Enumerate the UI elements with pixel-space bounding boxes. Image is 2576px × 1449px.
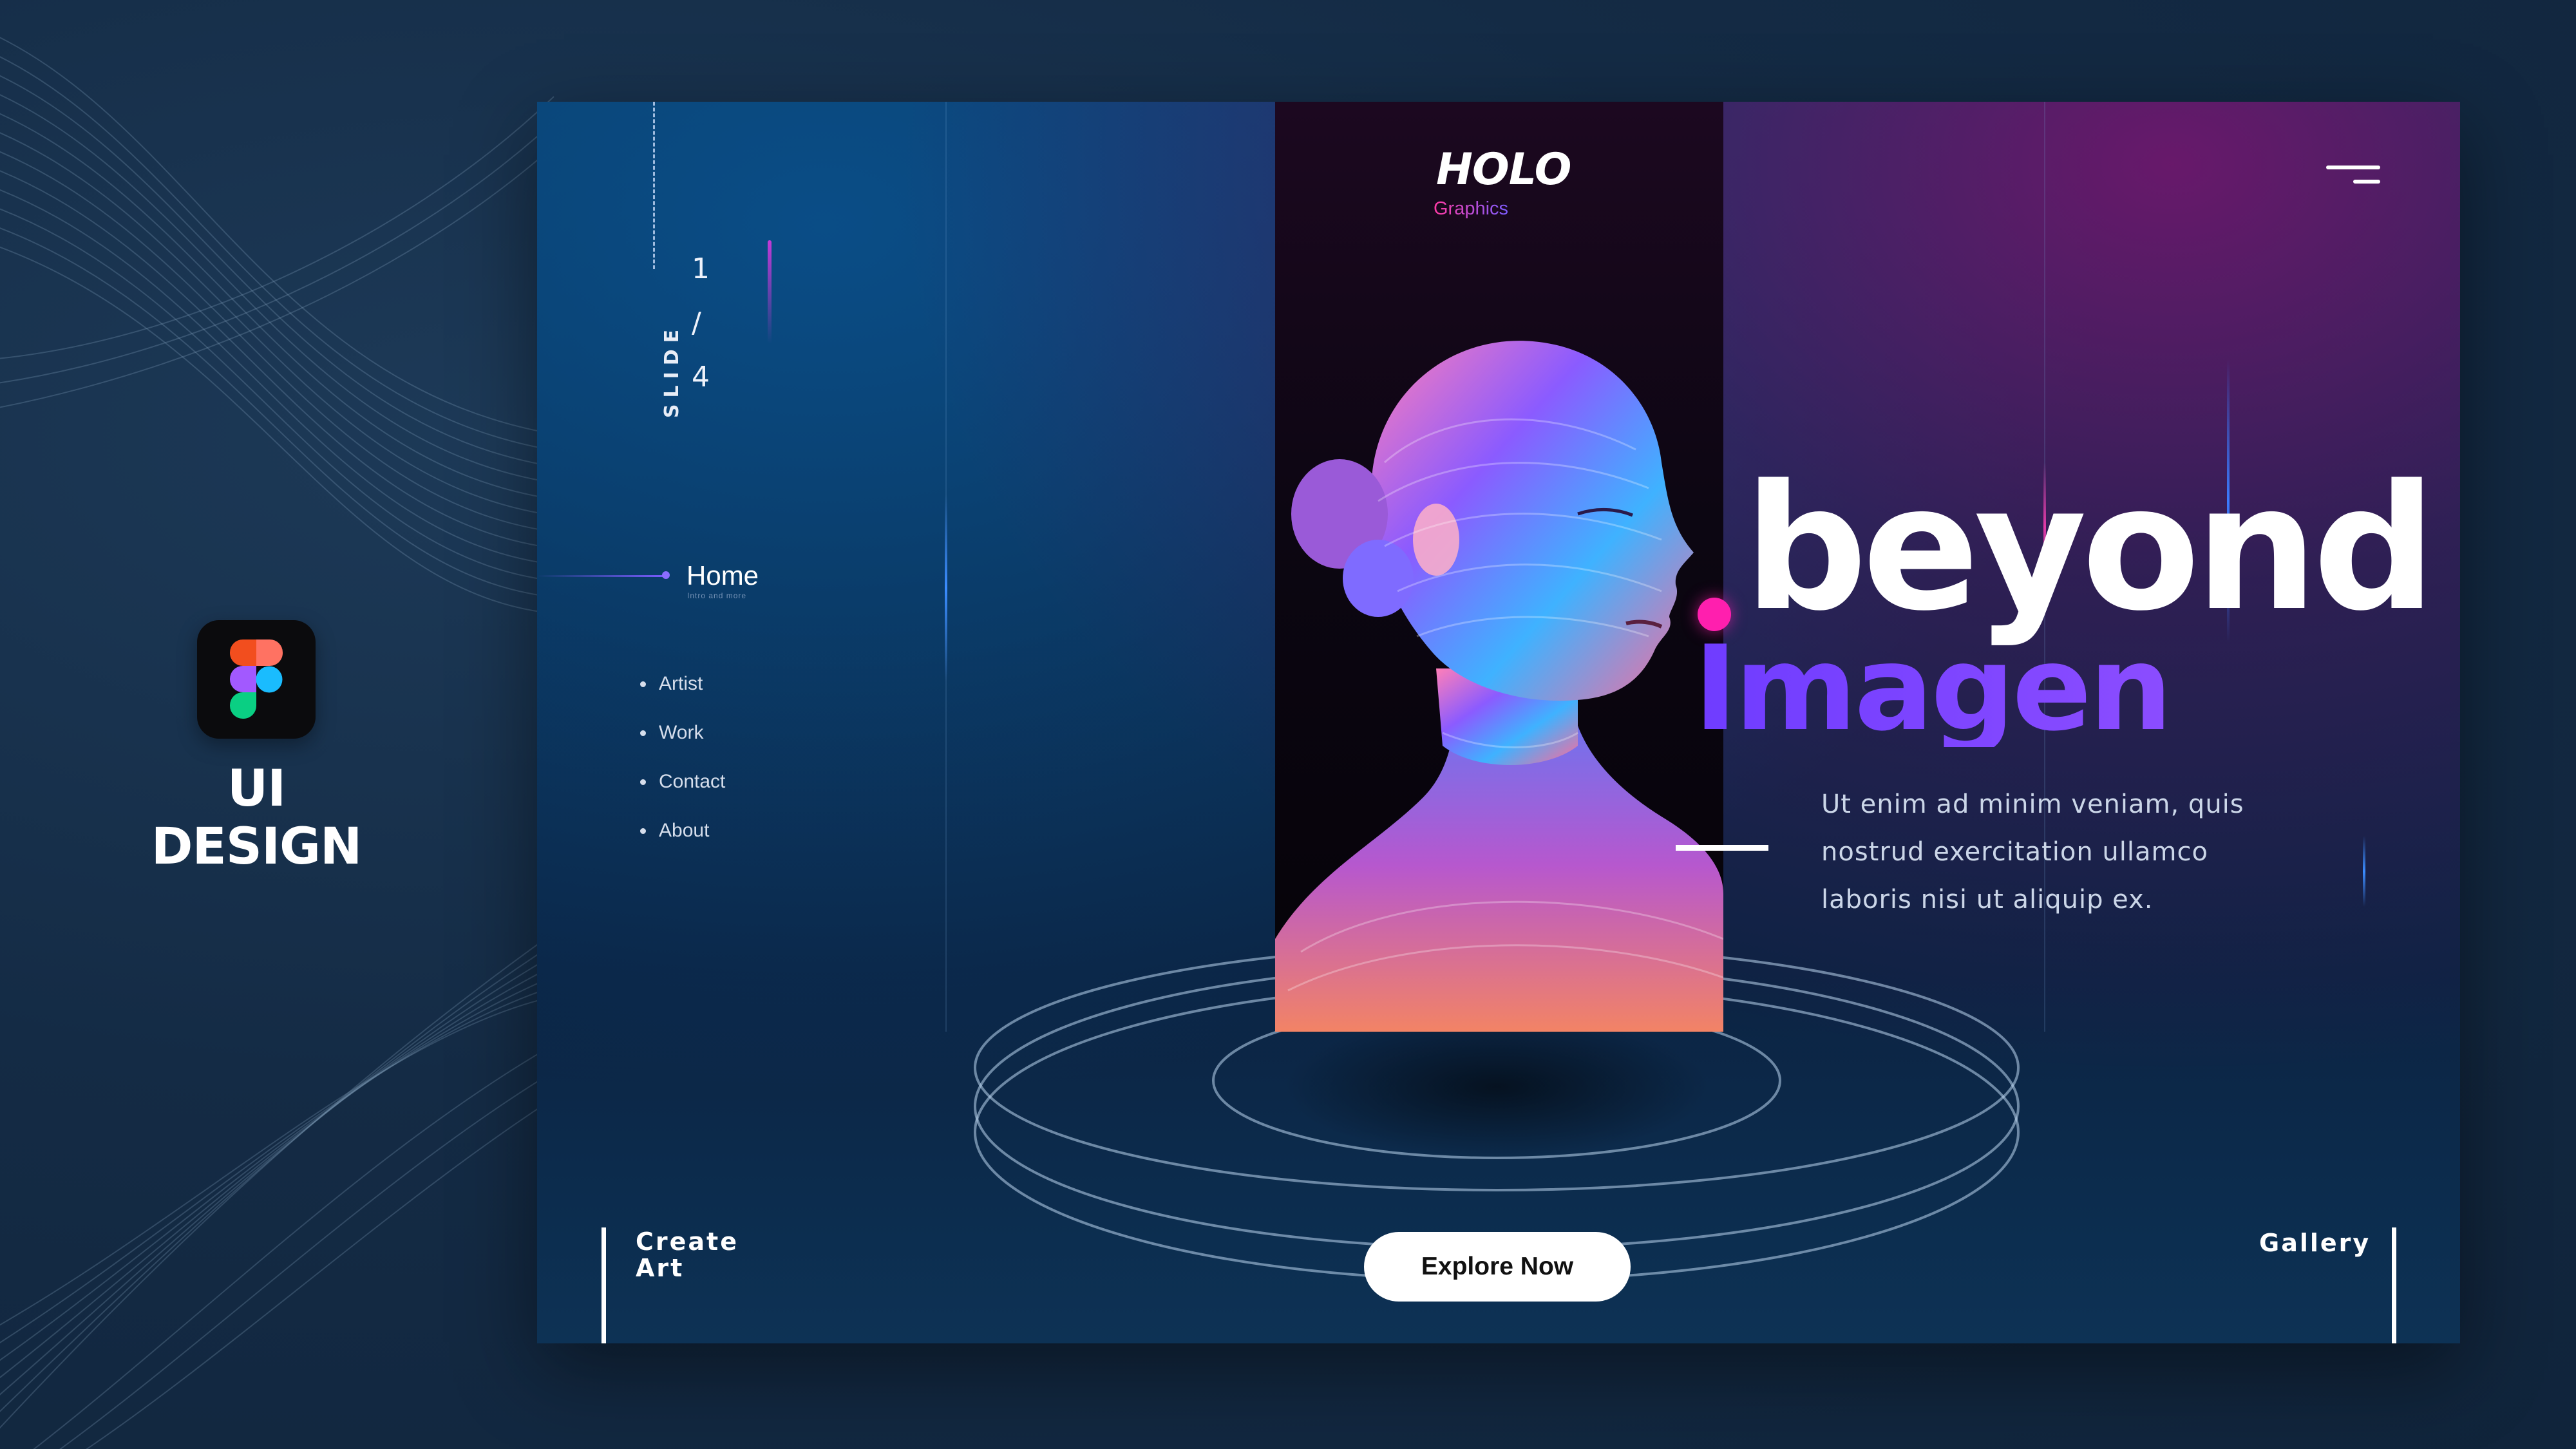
nav-home-subtitle: Intro and more	[687, 591, 747, 600]
hero-description-line: laboris nisi ut aliquip ex.	[1821, 885, 2154, 914]
logo-holo[interactable]: HOLO	[1436, 144, 1571, 195]
guide-line-accent	[2363, 836, 2365, 907]
slide-dashed-line	[653, 102, 655, 269]
nav-item-contact[interactable]: Contact	[640, 757, 725, 806]
hero-heading-line2: Imagen	[1694, 620, 2172, 757]
hero-description-line: nostrud exercitation ullamco	[1821, 837, 2208, 867]
home-indicator-dot	[662, 571, 670, 579]
home-indicator-line	[537, 575, 666, 577]
logo-graphics: Graphics	[1434, 198, 1509, 219]
gallery-link[interactable]: Gallery	[2259, 1229, 2371, 1257]
hero-image-panel	[1275, 102, 1724, 1032]
bullet-icon	[640, 681, 646, 687]
bullet-icon	[640, 828, 646, 834]
create-art-link[interactable]: Create Art	[636, 1229, 777, 1282]
nav-item-label: Work	[659, 722, 704, 743]
nav-item-label: Contact	[659, 771, 726, 792]
figma-logo-icon	[230, 639, 283, 719]
figma-app-tile	[197, 620, 316, 739]
slide-progress-bar	[768, 240, 772, 343]
nav-home[interactable]: Home	[687, 560, 759, 591]
create-art-bar	[601, 1227, 606, 1343]
nav-item-about[interactable]: About	[640, 806, 725, 855]
nav-item-artist[interactable]: Artist	[640, 659, 725, 708]
hero-description: Ut enim ad minim veniam, quis nostrud ex…	[1821, 781, 2285, 923]
hamburger-line	[2353, 180, 2380, 184]
gallery-bar	[2392, 1227, 2396, 1343]
slide-current: 1	[692, 252, 710, 285]
nav-item-label: About	[659, 820, 710, 841]
nav-item-label: Artist	[659, 673, 703, 694]
nav-item-work[interactable]: Work	[640, 708, 725, 757]
create-art-line: Create	[636, 1227, 739, 1256]
guide-line-accent	[945, 495, 947, 681]
create-art-line: Art	[636, 1254, 685, 1282]
slide-total: 4	[692, 361, 710, 393]
ui-design-label: UI DESIGN	[151, 760, 363, 876]
explore-now-button[interactable]: Explore Now	[1364, 1232, 1631, 1302]
slide-separator: /	[692, 307, 701, 339]
hero-description-line: Ut enim ad minim veniam, quis	[1821, 790, 2244, 819]
website-mockup-card: SLIDE 1 / 4 Home Intro and more Artist W…	[537, 102, 2460, 1343]
holographic-woman-image	[1275, 341, 1724, 1032]
hero-heading-line1: beyond	[1744, 448, 2436, 649]
bullet-icon	[640, 779, 646, 785]
hamburger-menu-icon[interactable]	[2321, 158, 2385, 189]
hamburger-line	[2326, 166, 2380, 169]
hero-divider	[1676, 845, 1768, 851]
slide-label: SLIDE	[661, 323, 684, 419]
bullet-icon	[640, 730, 646, 736]
nav-menu: Artist Work Contact About	[640, 659, 725, 855]
